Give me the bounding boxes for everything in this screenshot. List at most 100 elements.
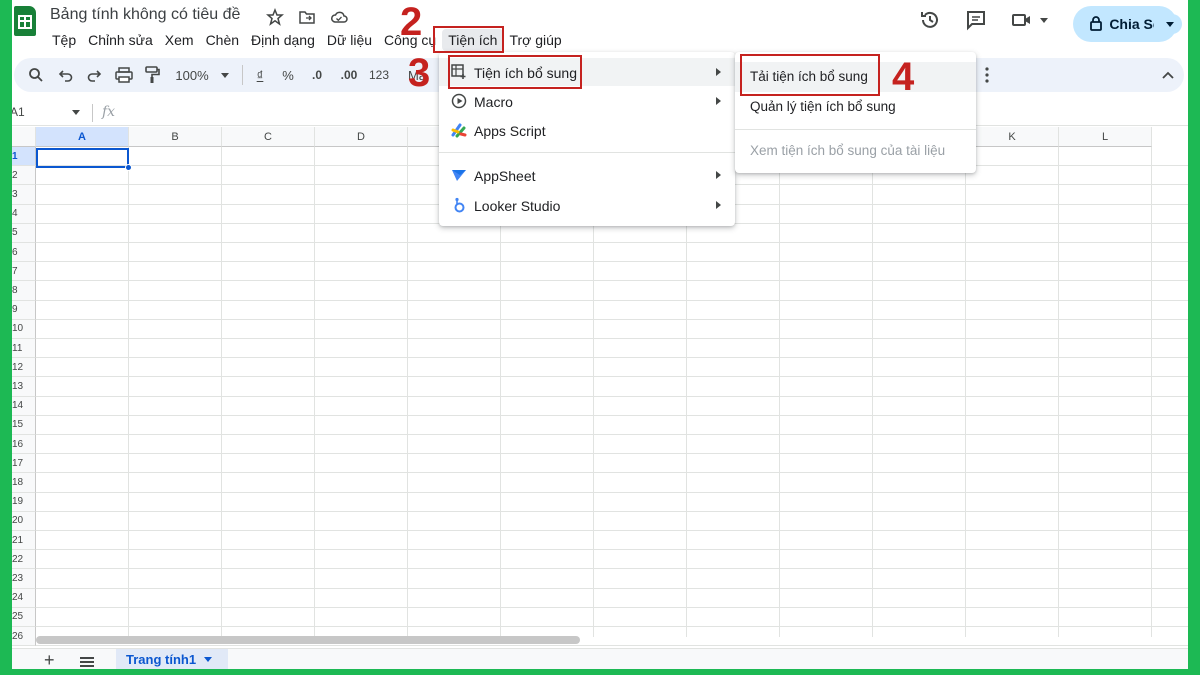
row-header[interactable]: 16 xyxy=(12,435,36,455)
column-header[interactable]: B xyxy=(129,127,222,147)
menu-file[interactable]: Tệp xyxy=(46,29,82,51)
row-header[interactable]: 20 xyxy=(12,511,36,531)
menu-divider xyxy=(735,129,976,130)
currency-format-button[interactable]: ₫ xyxy=(252,64,268,86)
grid-row-line xyxy=(36,357,1188,359)
apps-script-icon xyxy=(451,122,467,138)
row-header[interactable]: 15 xyxy=(12,415,36,435)
grid-row-line xyxy=(36,395,1188,397)
row-header[interactable]: 13 xyxy=(12,377,36,397)
grid-row-line xyxy=(36,242,1188,243)
row-header[interactable]: 26 xyxy=(12,627,36,647)
zoom-dropdown-icon[interactable] xyxy=(218,64,232,86)
row-header[interactable]: 8 xyxy=(12,281,36,301)
row-header[interactable]: 21 xyxy=(12,531,36,551)
decrease-decimal-button[interactable]: .0 xyxy=(306,64,328,86)
row-header[interactable]: 18 xyxy=(12,473,36,493)
row-header[interactable]: 10 xyxy=(12,319,36,339)
row-header[interactable]: 22 xyxy=(12,550,36,570)
column-header[interactable]: C xyxy=(222,127,315,147)
search-menus-icon[interactable] xyxy=(26,64,46,86)
menu-help[interactable]: Trợ giúp xyxy=(503,29,567,51)
column-header[interactable]: K xyxy=(966,127,1059,147)
row-header[interactable]: 23 xyxy=(12,569,36,589)
submenu-arrow-icon xyxy=(716,97,721,105)
fx-icon: fx xyxy=(102,104,116,120)
row-header[interactable]: 25 xyxy=(12,607,36,627)
column-header[interactable]: D xyxy=(315,127,408,147)
row-header[interactable]: 17 xyxy=(12,454,36,474)
star-icon[interactable] xyxy=(266,7,284,26)
menu-insert[interactable]: Chèn xyxy=(200,29,245,51)
selected-cell-a1[interactable] xyxy=(36,148,129,168)
meet-dropdown-icon[interactable] xyxy=(1040,17,1048,23)
name-box[interactable]: A1 xyxy=(12,105,25,119)
submenu-item-label: Quản lý tiện ích bổ sung xyxy=(750,99,896,114)
spreadsheet-window: Bảng tính không có tiêu đề Tệp Chỉnh sửa… xyxy=(12,0,1188,669)
print-icon[interactable] xyxy=(114,64,134,86)
zoom-select[interactable]: 100% xyxy=(172,64,212,86)
menu-view[interactable]: Xem xyxy=(159,29,200,51)
sheet-tab[interactable]: Trang tính1 xyxy=(116,649,228,669)
paint-format-icon[interactable] xyxy=(142,64,162,86)
menu-data[interactable]: Dữ liệu xyxy=(321,29,378,51)
sheet-bar: + Trang tính1 xyxy=(12,648,1188,669)
all-sheets-icon[interactable] xyxy=(80,657,94,667)
grid-row-line xyxy=(36,318,1188,320)
row-header[interactable]: 6 xyxy=(12,243,36,263)
row-header[interactable]: 24 xyxy=(12,588,36,608)
redo-icon[interactable] xyxy=(84,64,104,86)
row-header[interactable]: 2 xyxy=(12,166,36,186)
number-format-button[interactable]: 123 xyxy=(366,64,392,86)
toolbar-divider xyxy=(242,65,243,85)
grid-column-line xyxy=(965,147,966,637)
increase-decimal-button[interactable]: .00 xyxy=(336,64,362,86)
row-header[interactable]: 7 xyxy=(12,262,36,282)
row-header[interactable]: 3 xyxy=(12,185,36,205)
menu-item-appsheet[interactable]: AppSheet xyxy=(439,161,735,189)
menu-item-label: Macro xyxy=(474,94,513,110)
document-title[interactable]: Bảng tính không có tiêu đề xyxy=(50,6,240,24)
appsheet-icon xyxy=(451,167,467,183)
comments-icon[interactable] xyxy=(964,8,988,32)
collapse-toolbar-icon[interactable] xyxy=(1160,64,1176,86)
sheet-tab-dropdown-icon[interactable] xyxy=(204,657,213,662)
submenu-item-manage-addons[interactable]: Quản lý tiện ích bổ sung xyxy=(735,94,976,122)
move-folder-icon[interactable] xyxy=(298,8,316,26)
more-options-icon[interactable] xyxy=(982,64,992,86)
grid-column-line xyxy=(221,147,222,637)
column-header[interactable]: L xyxy=(1059,127,1152,147)
add-sheet-icon[interactable]: + xyxy=(44,651,55,669)
row-header[interactable]: 9 xyxy=(12,300,36,320)
percent-format-button[interactable]: % xyxy=(280,64,296,86)
grid-row-line xyxy=(36,280,1188,282)
meet-video-icon[interactable] xyxy=(1010,8,1034,32)
play-circle-icon xyxy=(451,93,467,109)
fill-handle[interactable] xyxy=(125,164,132,171)
step-number-4: 4 xyxy=(892,55,915,99)
menu-item-label: Looker Studio xyxy=(474,198,561,214)
menu-edit[interactable]: Chỉnh sửa xyxy=(82,29,159,51)
row-header[interactable]: 1 xyxy=(12,147,36,167)
row-header[interactable]: 12 xyxy=(12,358,36,378)
row-header[interactable]: 11 xyxy=(12,339,36,359)
horizontal-scrollbar[interactable] xyxy=(36,636,580,644)
row-header[interactable]: 14 xyxy=(12,396,36,416)
share-dropdown-button[interactable] xyxy=(1154,14,1182,34)
row-header[interactable]: 19 xyxy=(12,492,36,512)
version-history-icon[interactable] xyxy=(918,8,942,32)
lock-icon xyxy=(1089,15,1103,34)
column-header[interactable]: A xyxy=(36,127,129,147)
select-all-corner[interactable] xyxy=(12,127,36,147)
undo-icon[interactable] xyxy=(56,64,76,86)
name-box-dropdown-icon[interactable] xyxy=(72,110,80,115)
menu-format[interactable]: Định dạng xyxy=(245,29,321,51)
menu-item-macro[interactable]: Macro xyxy=(439,87,735,115)
menu-item-apps-script[interactable]: Apps Script xyxy=(439,116,735,144)
grid-row-line xyxy=(36,453,1188,455)
row-header[interactable]: 5 xyxy=(12,223,36,243)
menu-item-looker-studio[interactable]: Looker Studio xyxy=(439,191,735,219)
row-header[interactable]: 4 xyxy=(12,204,36,224)
cloud-status-icon[interactable] xyxy=(330,8,348,26)
sheets-logo-icon[interactable] xyxy=(14,6,36,36)
